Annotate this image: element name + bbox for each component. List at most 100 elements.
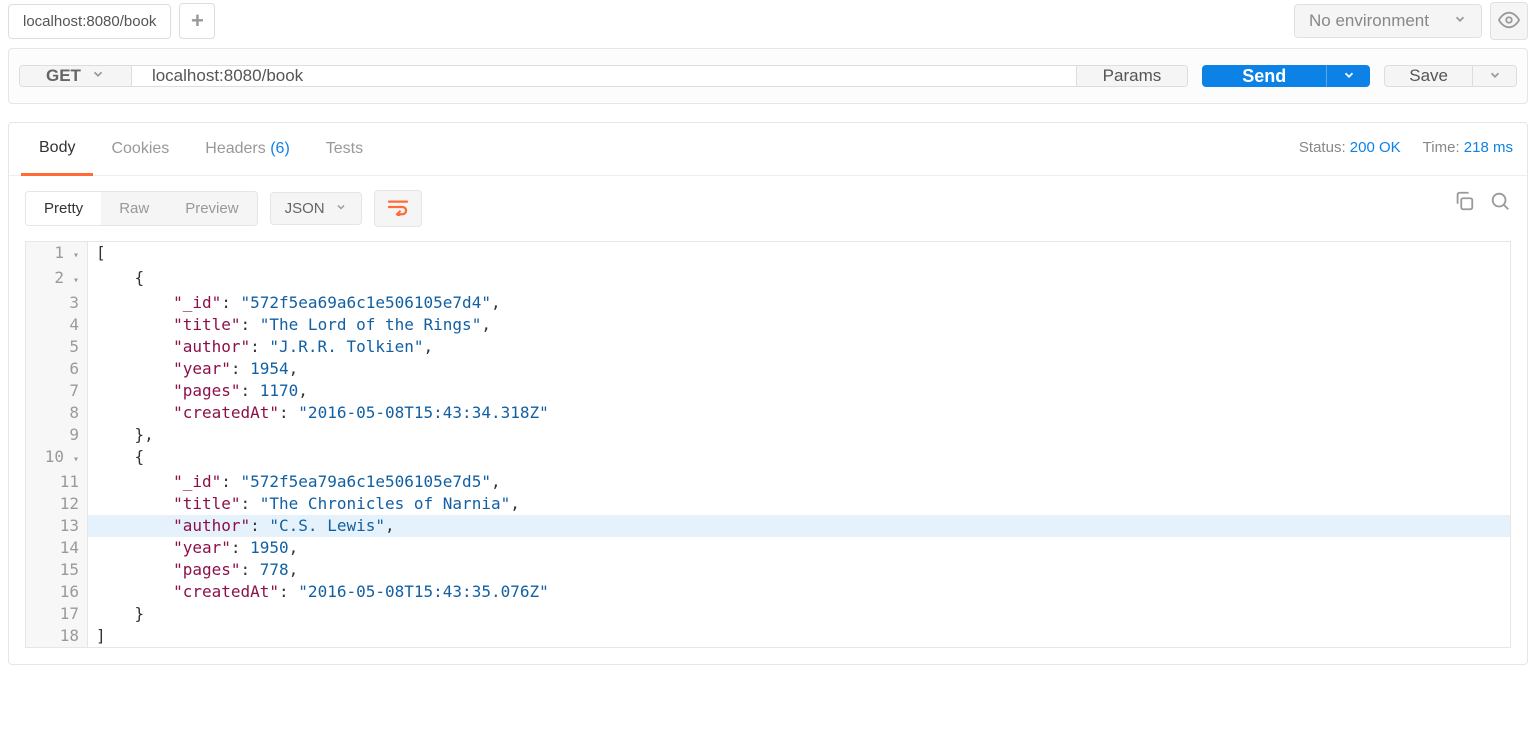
gutter-line-number: 18 — [26, 625, 88, 647]
code-line[interactable]: 13 "author": "C.S. Lewis", — [26, 515, 1510, 537]
params-button[interactable]: Params — [1076, 66, 1188, 86]
gutter-line-number: 1 ▾ — [26, 242, 88, 267]
gutter-line-number: 2 ▾ — [26, 267, 88, 292]
http-method-select[interactable]: GET — [20, 66, 132, 86]
send-button[interactable]: Send — [1202, 65, 1326, 87]
code-content: } — [88, 603, 1510, 625]
response-toolbar: Pretty Raw Preview JSON — [9, 176, 1527, 241]
code-line[interactable]: 1 ▾[ — [26, 242, 1510, 267]
view-pretty[interactable]: Pretty — [26, 192, 101, 225]
time-block: Time: 218 ms — [1423, 139, 1513, 156]
code-content: "createdAt": "2016-05-08T15:43:34.318Z" — [88, 402, 1510, 424]
status-label: Status: — [1299, 139, 1346, 156]
view-preview[interactable]: Preview — [167, 192, 256, 225]
view-raw[interactable]: Raw — [101, 192, 167, 225]
gutter-line-number: 8 — [26, 402, 88, 424]
code-content: }, — [88, 424, 1510, 446]
send-dropdown-button[interactable] — [1326, 65, 1370, 87]
tab-headers-label: Headers — [205, 140, 265, 157]
code-line[interactable]: 18] — [26, 625, 1510, 647]
gutter-line-number: 6 — [26, 358, 88, 380]
code-content: { — [88, 446, 1510, 471]
code-line[interactable]: 6 "year": 1954, — [26, 358, 1510, 380]
code-content: "author": "C.S. Lewis", — [88, 515, 1510, 537]
tab-cookies[interactable]: Cookies — [93, 124, 187, 174]
code-line[interactable]: 7 "pages": 1170, — [26, 380, 1510, 402]
search-icon — [1489, 190, 1511, 215]
format-label: JSON — [285, 200, 325, 217]
gutter-line-number: 5 — [26, 336, 88, 358]
code-content: "title": "The Lord of the Rings", — [88, 314, 1510, 336]
code-line[interactable]: 5 "author": "J.R.R. Tolkien", — [26, 336, 1510, 358]
code-line[interactable]: 9 }, — [26, 424, 1510, 446]
code-content: "_id": "572f5ea69a6c1e506105e7d4", — [88, 292, 1510, 314]
tab-tests[interactable]: Tests — [308, 124, 381, 174]
status-block: Status: 200 OK — [1299, 139, 1401, 156]
search-button[interactable] — [1489, 190, 1511, 215]
tab-body[interactable]: Body — [21, 123, 93, 176]
response-meta: Status: 200 OK Time: 218 ms — [1299, 139, 1513, 156]
code-content: "pages": 778, — [88, 559, 1510, 581]
response-panel: Body Cookies Headers (6) Tests Status: 2… — [8, 122, 1528, 665]
code-line[interactable]: 8 "createdAt": "2016-05-08T15:43:34.318Z… — [26, 402, 1510, 424]
http-method-label: GET — [46, 66, 81, 86]
code-content: [ — [88, 242, 1510, 267]
chevron-down-icon — [1342, 68, 1356, 85]
code-content: "author": "J.R.R. Tolkien", — [88, 336, 1510, 358]
environment-preview-button[interactable] — [1490, 2, 1528, 40]
code-content: "title": "The Chronicles of Narnia", — [88, 493, 1510, 515]
code-line[interactable]: 15 "pages": 778, — [26, 559, 1510, 581]
eye-icon — [1498, 9, 1520, 34]
code-line[interactable]: 3 "_id": "572f5ea69a6c1e506105e7d4", — [26, 292, 1510, 314]
request-tab[interactable]: localhost:8080/book — [8, 4, 171, 39]
gutter-line-number: 7 — [26, 380, 88, 402]
gutter-line-number: 17 — [26, 603, 88, 625]
gutter-line-number: 12 — [26, 493, 88, 515]
code-line[interactable]: 4 "title": "The Lord of the Rings", — [26, 314, 1510, 336]
code-line[interactable]: 2 ▾ { — [26, 267, 1510, 292]
copy-icon — [1453, 190, 1475, 215]
copy-button[interactable] — [1453, 190, 1475, 215]
tab-headers[interactable]: Headers (6) — [187, 124, 308, 174]
code-line[interactable]: 14 "year": 1950, — [26, 537, 1510, 559]
code-line[interactable]: 17 } — [26, 603, 1510, 625]
code-content: "year": 1954, — [88, 358, 1510, 380]
chevron-down-icon — [91, 66, 105, 86]
status-value: 200 OK — [1350, 139, 1401, 156]
gutter-line-number: 4 — [26, 314, 88, 336]
code-content: "_id": "572f5ea79a6c1e506105e7d5", — [88, 471, 1510, 493]
chevron-down-icon — [335, 200, 347, 217]
headers-count: (6) — [270, 140, 290, 157]
code-content: "pages": 1170, — [88, 380, 1510, 402]
save-button[interactable]: Save — [1385, 66, 1472, 86]
gutter-line-number: 13 — [26, 515, 88, 537]
code-line[interactable]: 11 "_id": "572f5ea79a6c1e506105e7d5", — [26, 471, 1510, 493]
save-dropdown-button[interactable] — [1472, 66, 1516, 86]
code-line[interactable]: 16 "createdAt": "2016-05-08T15:43:35.076… — [26, 581, 1510, 603]
wrap-lines-button[interactable] — [374, 190, 422, 227]
time-label: Time: — [1423, 139, 1460, 156]
params-label: Params — [1103, 66, 1162, 86]
code-content: "createdAt": "2016-05-08T15:43:35.076Z" — [88, 581, 1510, 603]
gutter-line-number: 3 — [26, 292, 88, 314]
code-line[interactable]: 10 ▾ { — [26, 446, 1510, 471]
chevron-down-icon — [1453, 11, 1467, 31]
tab-bar: localhost:8080/book + No environment — [0, 0, 1536, 42]
environment-select[interactable]: No environment — [1294, 4, 1482, 38]
environment-label: No environment — [1309, 11, 1429, 31]
format-select[interactable]: JSON — [270, 192, 362, 225]
url-input[interactable] — [132, 66, 1076, 86]
code-content: { — [88, 267, 1510, 292]
gutter-line-number: 9 — [26, 424, 88, 446]
time-value: 218 ms — [1464, 139, 1513, 156]
code-content: "year": 1950, — [88, 537, 1510, 559]
gutter-line-number: 10 ▾ — [26, 446, 88, 471]
code-line[interactable]: 12 "title": "The Chronicles of Narnia", — [26, 493, 1510, 515]
response-tabs: Body Cookies Headers (6) Tests Status: 2… — [9, 123, 1527, 176]
gutter-line-number: 16 — [26, 581, 88, 603]
plus-icon: + — [191, 8, 204, 34]
response-body-code[interactable]: 1 ▾[2 ▾ {3 "_id": "572f5ea69a6c1e506105e… — [25, 241, 1511, 648]
gutter-line-number: 11 — [26, 471, 88, 493]
wrap-icon — [387, 198, 409, 219]
new-tab-button[interactable]: + — [179, 3, 215, 39]
